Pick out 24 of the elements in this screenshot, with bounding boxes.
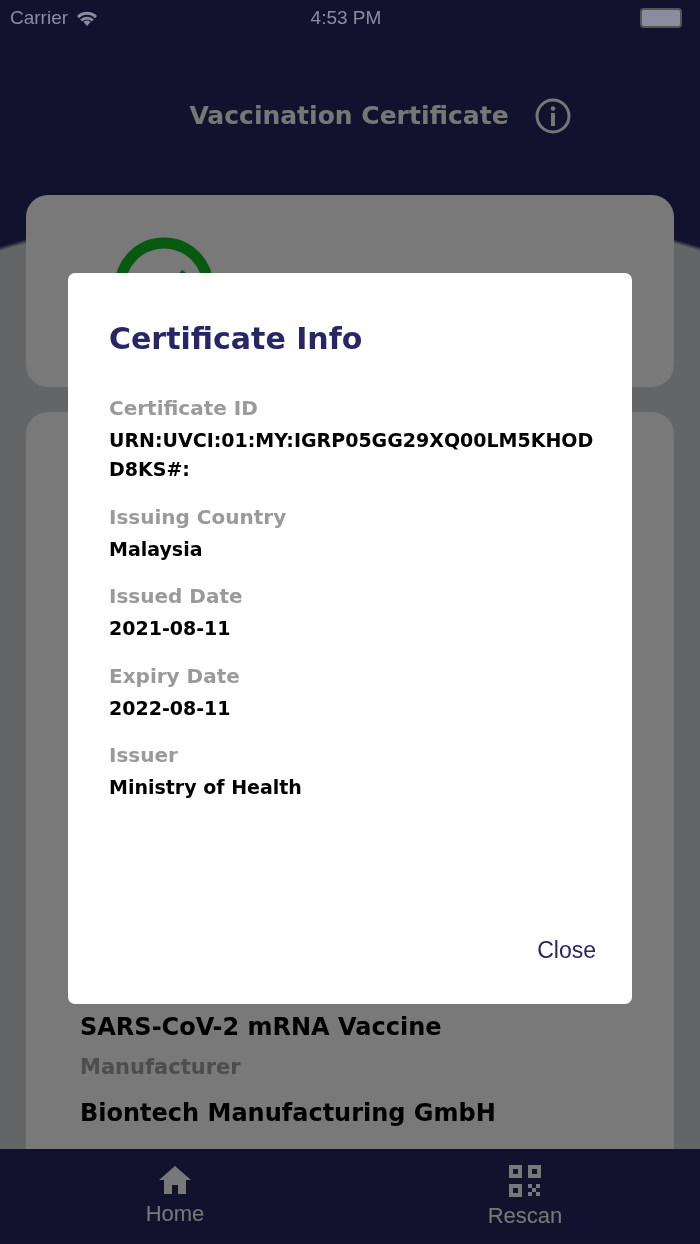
screen-title: Vaccination Certificate xyxy=(189,101,509,130)
field-label: Expiry Date xyxy=(109,663,241,688)
tab-button[interactable]: Home xyxy=(0,1149,350,1244)
field-value: 2022-08-11 xyxy=(109,695,232,721)
field-label: Issuing Country xyxy=(109,504,288,529)
field-value: 2021-08-11 xyxy=(109,616,232,642)
detail-value: SARS-CoV-2 mRNA Vaccine xyxy=(80,1013,443,1041)
field-value: URN:UVCI:01:MY:IGRP05GG29XQ00LM5KHODD8KS#: xyxy=(109,428,595,483)
field-label: Issued Date xyxy=(109,584,244,609)
close-button[interactable]: Close xyxy=(537,937,596,964)
wifi-icon xyxy=(76,10,99,26)
battery-icon xyxy=(640,8,682,28)
field-label: Certificate ID xyxy=(109,396,259,420)
detail-value: Biontech Manufacturing GmbH xyxy=(80,1099,497,1127)
info-icon[interactable] xyxy=(534,97,571,134)
tab-button[interactable]: Rescan xyxy=(350,1149,700,1244)
home-icon xyxy=(158,1165,192,1195)
clock-time: 4:53 PM xyxy=(310,7,382,29)
qr-code-icon xyxy=(509,1165,541,1197)
field-value: Ministry of Health xyxy=(109,775,303,801)
dialog-title: Certificate Info xyxy=(109,321,364,356)
carrier-label: Carrier xyxy=(10,7,69,29)
field-label: Issuer xyxy=(109,743,179,768)
field-value: Malaysia xyxy=(109,536,204,562)
